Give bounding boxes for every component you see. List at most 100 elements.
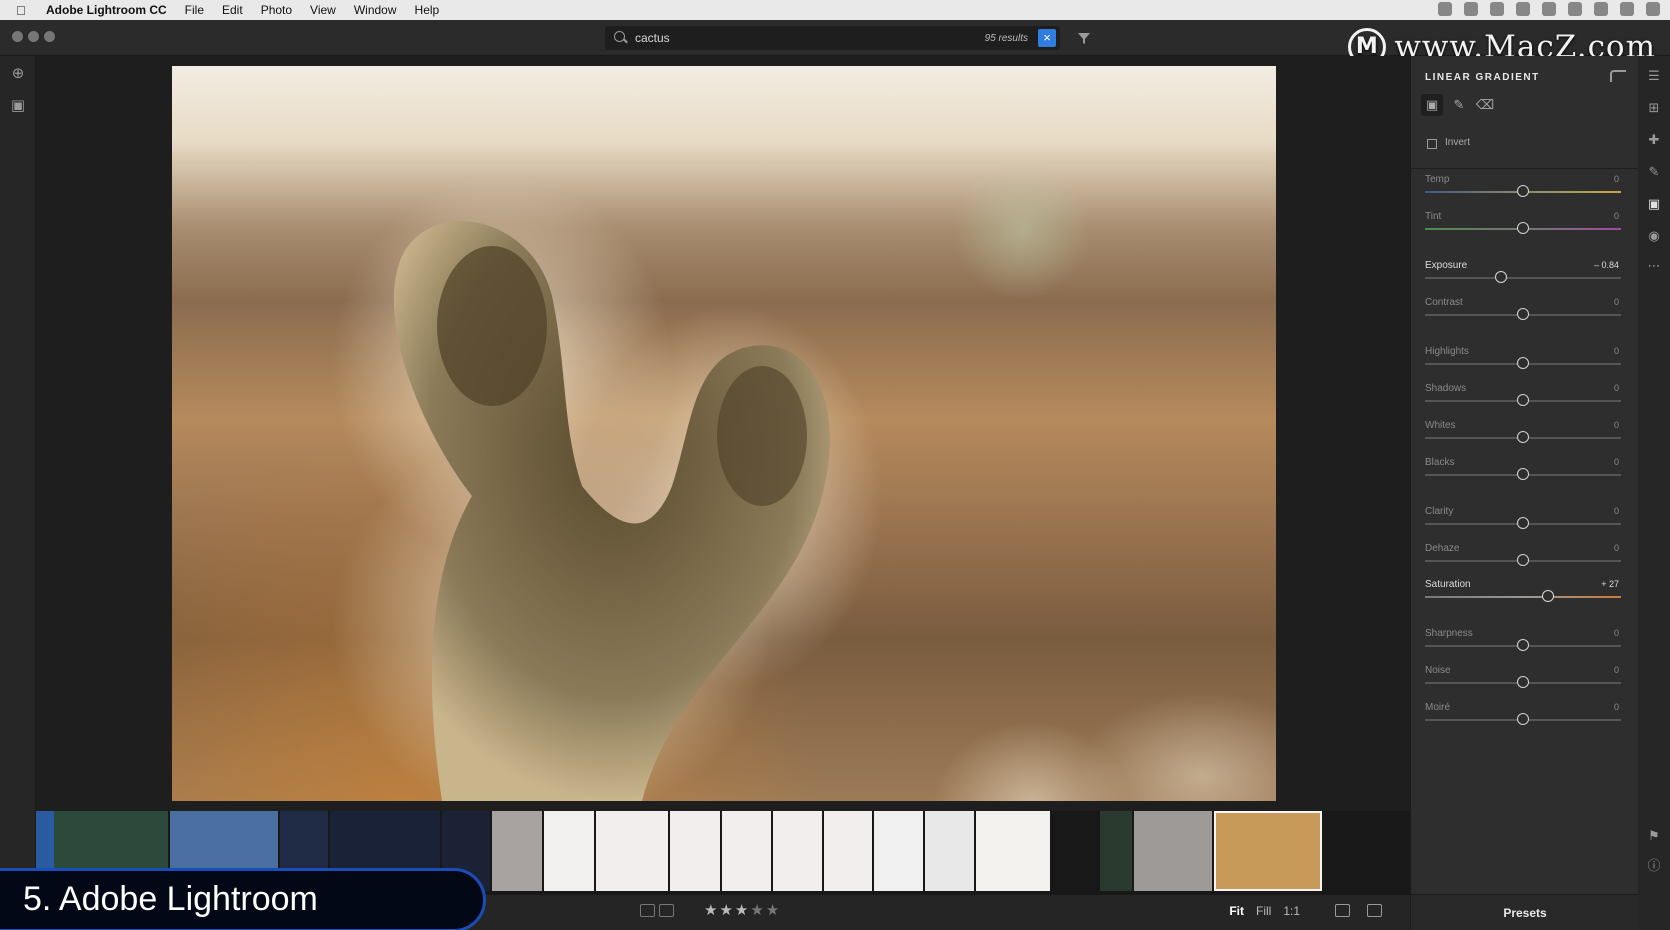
filmstrip-thumbnail[interactable]: [596, 811, 668, 891]
slider-highlights[interactable]: Highlights 0: [1425, 346, 1621, 380]
search-field[interactable]: cactus 95 results ×: [605, 26, 1060, 50]
app-menu[interactable]: Adobe Lightroom CC: [46, 3, 167, 17]
invert-checkbox[interactable]: [1427, 139, 1437, 149]
slider-value[interactable]: 0: [1614, 211, 1619, 221]
slider-dehaze[interactable]: Dehaze 0: [1425, 543, 1621, 577]
crop-icon[interactable]: ⊞: [1646, 100, 1662, 116]
filmstrip-thumbnail[interactable]: [1214, 811, 1322, 891]
filmstrip-thumbnail[interactable]: [722, 811, 771, 891]
slider-knob[interactable]: [1495, 271, 1508, 283]
radial-gradient-icon[interactable]: ◉: [1646, 228, 1662, 244]
info-icon[interactable]: ⓘ: [1646, 858, 1662, 874]
dropbox-icon[interactable]: [1542, 2, 1556, 16]
slider-knob[interactable]: [1517, 554, 1529, 566]
slider-value[interactable]: 0: [1614, 702, 1619, 712]
display-icon[interactable]: [1490, 2, 1504, 16]
creative-cloud-icon[interactable]: [1464, 2, 1478, 16]
menu-file[interactable]: File: [185, 3, 204, 17]
menu-edit[interactable]: Edit: [222, 3, 243, 17]
menu-help[interactable]: Help: [415, 3, 440, 17]
window-close-button[interactable]: [12, 31, 23, 42]
linear-gradient-icon[interactable]: ▣: [1646, 196, 1662, 212]
slider-knob[interactable]: [1517, 185, 1529, 197]
star-icon[interactable]: ★: [750, 902, 765, 919]
healing-brush-icon[interactable]: ✚: [1646, 132, 1662, 148]
slider-noise[interactable]: Noise 0: [1425, 665, 1621, 699]
filmstrip-thumbnail[interactable]: [670, 811, 720, 891]
slider-sharpness[interactable]: Sharpness 0: [1425, 628, 1621, 662]
slider-value[interactable]: + 27: [1601, 579, 1619, 589]
slider-contrast[interactable]: Contrast 0: [1425, 297, 1621, 331]
zoom-option-11[interactable]: 1:1: [1283, 904, 1300, 918]
reject-flag-icon[interactable]: [659, 904, 674, 917]
filmstrip-thumbnail[interactable]: [874, 811, 923, 891]
filmstrip-thumbnail[interactable]: [1134, 811, 1212, 891]
slider-saturation[interactable]: Saturation + 27: [1425, 579, 1621, 613]
slider-knob[interactable]: [1517, 676, 1529, 688]
spotlight-icon[interactable]: [1620, 2, 1634, 16]
slider-tint[interactable]: Tint 0: [1425, 211, 1621, 245]
slider-track[interactable]: [1425, 596, 1621, 598]
more-options-icon[interactable]: ⋯: [1646, 258, 1662, 274]
slider-track[interactable]: [1425, 277, 1621, 279]
filmstrip-thumbnail[interactable]: [925, 811, 974, 891]
filmstrip-thumbnail[interactable]: [976, 811, 1050, 891]
filmstrip-thumbnail[interactable]: [492, 811, 542, 891]
filmstrip-thumbnail[interactable]: [824, 811, 872, 891]
slider-value[interactable]: – 0.84: [1594, 260, 1619, 270]
record-icon[interactable]: [1438, 2, 1452, 16]
slider-knob[interactable]: [1517, 357, 1529, 369]
menu-photo[interactable]: Photo: [261, 3, 292, 17]
slider-knob[interactable]: [1517, 517, 1529, 529]
slider-value[interactable]: 0: [1614, 665, 1619, 675]
slider-value[interactable]: 0: [1614, 457, 1619, 467]
slider-knob[interactable]: [1517, 713, 1529, 725]
menu-view[interactable]: View: [310, 3, 336, 17]
slider-knob[interactable]: [1517, 639, 1529, 651]
keyword-tag-icon[interactable]: ⚑: [1646, 828, 1662, 844]
window-zoom-button[interactable]: [44, 31, 55, 42]
before-after-icon[interactable]: [1335, 904, 1350, 917]
slider-value[interactable]: 0: [1614, 346, 1619, 356]
apple-icon[interactable]: : [16, 3, 34, 18]
edit-sliders-icon[interactable]: ☰: [1646, 68, 1662, 84]
star-icon[interactable]: ★: [766, 902, 781, 919]
search-query[interactable]: cactus: [635, 31, 985, 45]
clear-search-button[interactable]: ×: [1038, 29, 1056, 47]
compare-view-icon[interactable]: [1367, 904, 1382, 917]
cloud-icon[interactable]: [1594, 2, 1608, 16]
menu-window[interactable]: Window: [354, 3, 397, 17]
slider-value[interactable]: 0: [1614, 383, 1619, 393]
slider-value[interactable]: 0: [1614, 174, 1619, 184]
slider-blacks[interactable]: Blacks 0: [1425, 457, 1621, 491]
star-icon[interactable]: ★: [704, 902, 719, 919]
presets-button[interactable]: Presets: [1411, 894, 1639, 930]
reset-mask-icon[interactable]: [1610, 70, 1626, 82]
slider-value[interactable]: 0: [1614, 543, 1619, 553]
filmstrip-thumbnail[interactable]: [773, 811, 822, 891]
brush-tool-icon[interactable]: ✎: [1448, 94, 1470, 116]
star-icon[interactable]: ★: [735, 902, 750, 919]
slider-knob[interactable]: [1517, 222, 1529, 234]
linear-gradient-tool-icon[interactable]: ▣: [1421, 94, 1443, 116]
slider-value[interactable]: 0: [1614, 506, 1619, 516]
library-icon[interactable]: ▣: [10, 98, 26, 114]
zoom-option-fill[interactable]: Fill: [1256, 904, 1271, 918]
slider-knob[interactable]: [1517, 308, 1529, 320]
window-minimize-button[interactable]: [28, 31, 39, 42]
slider-whites[interactable]: Whites 0: [1425, 420, 1621, 454]
star-rating[interactable]: ★★★★★: [704, 901, 781, 919]
eraser-tool-icon[interactable]: ⌫: [1474, 94, 1496, 116]
brush-icon[interactable]: ✎: [1646, 164, 1662, 180]
slider-knob[interactable]: [1517, 394, 1529, 406]
shield-icon[interactable]: [1516, 2, 1530, 16]
slider-exposure[interactable]: Exposure – 0.84: [1425, 260, 1621, 294]
slider-temp[interactable]: Temp 0: [1425, 174, 1621, 208]
pick-flag-icon[interactable]: [640, 904, 655, 917]
slider-clarity[interactable]: Clarity 0: [1425, 506, 1621, 540]
slider-value[interactable]: 0: [1614, 297, 1619, 307]
zoom-option-fit[interactable]: Fit: [1229, 904, 1244, 918]
notification-icon[interactable]: [1646, 2, 1660, 16]
slider-moir[interactable]: Moiré 0: [1425, 702, 1621, 736]
slider-knob[interactable]: [1517, 431, 1529, 443]
